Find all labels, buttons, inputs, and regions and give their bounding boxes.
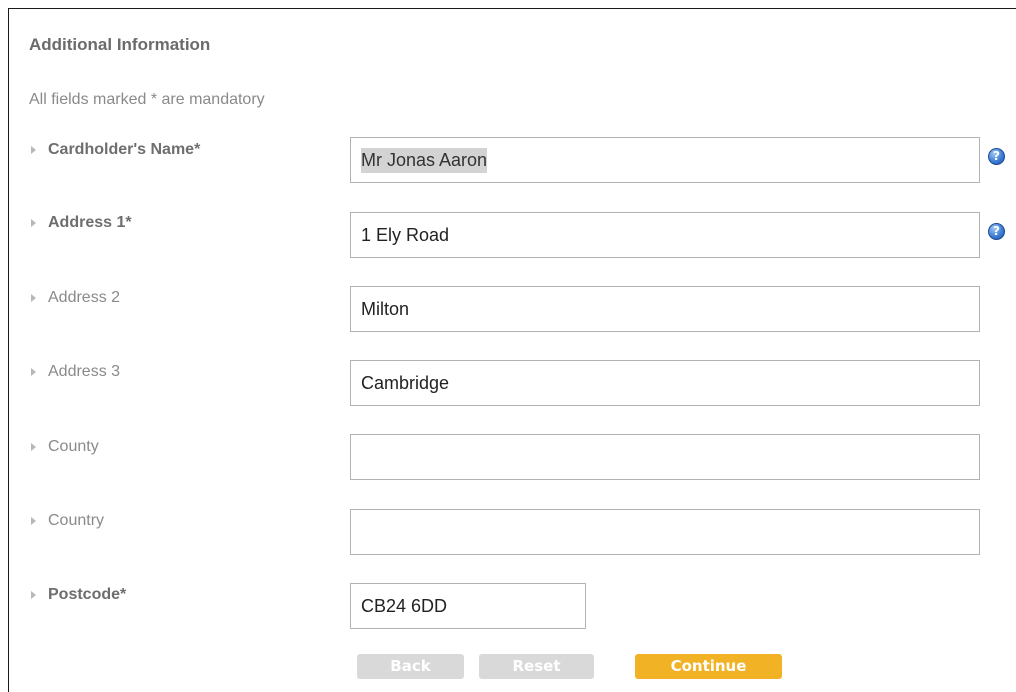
label-text: Address 1* — [48, 214, 132, 231]
section-title: Additional Information — [29, 35, 211, 54]
reset-button[interactable]: Reset — [479, 654, 594, 679]
additional-information-panel: Additional Information All fields marked… — [8, 8, 1016, 692]
input-value: Mr Jonas Aaron — [361, 147, 488, 173]
input-value: 1 Ely Road — [361, 224, 450, 245]
arrow-right-icon — [31, 517, 36, 525]
label-text: Postcode* — [48, 586, 127, 603]
arrow-right-icon — [31, 443, 36, 451]
address-1-label: Address 1* — [29, 214, 132, 232]
label-text: Country — [48, 512, 105, 529]
arrow-right-icon — [31, 146, 36, 154]
input-value: Cambridge — [361, 372, 450, 393]
country-label: Country — [29, 512, 104, 530]
postcode-label: Postcode* — [29, 586, 126, 604]
address-3-label: Address 3 — [29, 363, 120, 381]
postcode-input[interactable]: CB24 6DD — [350, 583, 586, 629]
arrow-right-icon — [31, 368, 36, 376]
input-value: CB24 6DD — [361, 595, 448, 616]
county-input[interactable] — [350, 434, 980, 480]
question-icon[interactable]: ? — [988, 148, 1005, 165]
back-button[interactable]: Back — [357, 654, 464, 679]
country-input[interactable] — [350, 509, 980, 555]
address-1-input[interactable]: 1 Ely Road — [350, 212, 980, 258]
input-value: Milton — [361, 298, 410, 319]
address-2-label: Address 2 — [29, 289, 120, 307]
arrow-right-icon — [31, 219, 36, 227]
arrow-right-icon — [31, 591, 36, 599]
cardholder-name-input[interactable]: Mr Jonas Aaron — [350, 137, 980, 183]
label-text: Cardholder's Name* — [48, 141, 201, 158]
question-icon[interactable]: ? — [988, 223, 1005, 240]
county-label: County — [29, 438, 99, 456]
label-text: Address 3 — [48, 363, 121, 380]
address-2-input[interactable]: Milton — [350, 286, 980, 332]
label-text: Address 2 — [48, 289, 121, 306]
mandatory-note: All fields marked * are mandatory — [29, 91, 265, 108]
arrow-right-icon — [31, 294, 36, 302]
cardholder-name-label: Cardholder's Name* — [29, 141, 200, 159]
continue-button[interactable]: Continue — [635, 654, 782, 679]
address-3-input[interactable]: Cambridge — [350, 360, 980, 406]
label-text: County — [48, 438, 99, 455]
